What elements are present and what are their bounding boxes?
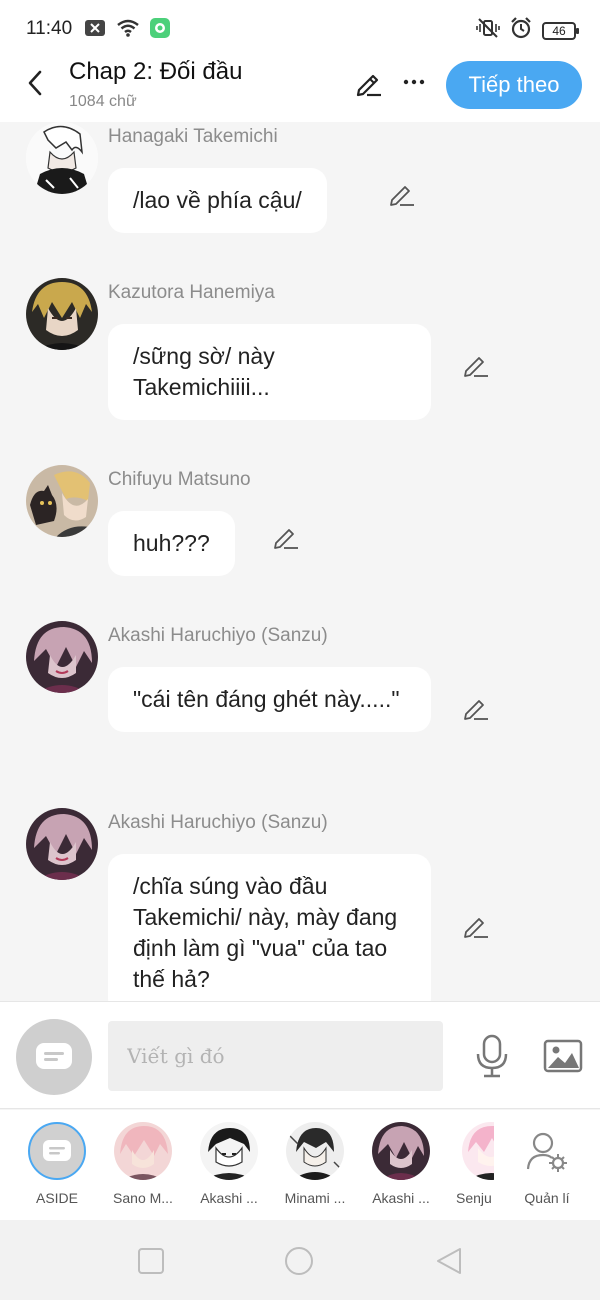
edit-message-button[interactable] [272, 523, 300, 551]
chifuyu-avatar[interactable] [26, 465, 98, 537]
pencil-icon [464, 918, 488, 938]
insert-image-button[interactable] [543, 1039, 583, 1073]
chat-bubble-icon [28, 1122, 86, 1180]
message-input[interactable] [108, 1021, 443, 1091]
recent-apps-button[interactable] [136, 1246, 166, 1276]
user-settings-icon [518, 1122, 576, 1180]
character-label: Minami ... [284, 1190, 346, 1206]
character-label: Akashi ... [372, 1190, 430, 1206]
wifi-icon [116, 19, 140, 42]
edit-message-button[interactable] [462, 912, 490, 940]
word-count: 1084 chữ [69, 93, 137, 110]
character-label: Akashi ... [200, 1190, 258, 1206]
message-composer [0, 1001, 600, 1109]
akashi-avatar [200, 1122, 258, 1180]
minami-avatar [286, 1122, 344, 1180]
sanzu-avatar[interactable] [26, 808, 98, 880]
sanzu-avatar [372, 1122, 430, 1180]
sender-name: Akashi Haruchiyo (Sanzu) [108, 625, 328, 646]
system-nav-bar [0, 1220, 600, 1300]
app-notification-icon [150, 18, 170, 43]
character-label: Quản lí [524, 1190, 570, 1206]
character-akashi-2[interactable]: Akashi ... [358, 1122, 444, 1206]
chevron-left-icon [28, 70, 42, 96]
pencil-icon [356, 74, 381, 97]
character-bar: ASIDE Sano M... Akashi ... Minami ... Ak… [0, 1110, 600, 1220]
kazutora-avatar[interactable] [26, 278, 98, 350]
battery-indicator: 46 [542, 21, 579, 40]
square-icon [138, 1248, 164, 1274]
more-options-button[interactable] [400, 68, 428, 96]
character-senju[interactable]: Senju [446, 1122, 494, 1206]
triangle-back-icon [437, 1248, 461, 1274]
character-label: Sano M... [113, 1190, 173, 1206]
sanzu-avatar[interactable] [26, 621, 98, 693]
manage-characters-button[interactable]: Quản lí [504, 1122, 590, 1206]
image-icon [543, 1039, 583, 1073]
sender-name: Chifuyu Matsuno [108, 469, 251, 490]
character-label: ASIDE [35, 1190, 78, 1206]
circle-icon [285, 1247, 313, 1275]
alarm-icon [510, 17, 532, 44]
voice-input-button[interactable] [474, 1034, 510, 1078]
next-chapter-button[interactable]: Tiếp theo [446, 61, 582, 109]
edit-message-button[interactable] [462, 694, 490, 722]
chat-bubble-icon [36, 1043, 72, 1069]
edit-message-button[interactable] [462, 351, 490, 379]
chapter-title: Chap 2: Đối đầu [69, 58, 243, 85]
status-right-icons: 46 [476, 17, 579, 44]
senju-avatar [462, 1122, 494, 1180]
character-sano[interactable]: Sano M... [100, 1122, 186, 1206]
system-back-button[interactable] [434, 1246, 464, 1276]
notification-close-icon [84, 19, 106, 42]
message-list[interactable]: Hanagaki Takemichi /lao về phía cậu/ Kaz… [0, 122, 600, 1002]
pencil-icon [274, 529, 298, 549]
character-akashi-1[interactable]: Akashi ... [186, 1122, 272, 1206]
status-bar: 11:40 46 [0, 0, 600, 58]
message-bubble[interactable]: /chĩa súng vào đầu Takemichi/ này, mày đ… [108, 854, 431, 1002]
message-bubble[interactable]: /lao về phía cậu/ [108, 168, 327, 233]
sano-avatar [114, 1122, 172, 1180]
edit-message-button[interactable] [388, 180, 416, 208]
sender-name: Kazutora Hanemiya [108, 282, 275, 303]
sender-name: Akashi Haruchiyo (Sanzu) [108, 812, 328, 833]
mute-vibrate-icon [476, 18, 500, 43]
status-time: 11:40 [26, 18, 73, 39]
pencil-icon [464, 357, 488, 377]
character-label: Senju [456, 1190, 492, 1206]
character-minami[interactable]: Minami ... [272, 1122, 358, 1206]
chapter-header: Chap 2: Đối đầu 1084 chữ Tiếp theo [0, 58, 600, 122]
home-button[interactable] [284, 1246, 314, 1276]
pencil-icon [390, 186, 414, 206]
status-left-icons [84, 18, 170, 43]
takemichi-avatar[interactable] [26, 122, 98, 194]
character-aside[interactable]: ASIDE [14, 1122, 100, 1206]
sender-name: Hanagaki Takemichi [108, 126, 278, 147]
message-bubble[interactable]: /sững sờ/ này Takemichiiii... [108, 324, 431, 420]
message-bubble[interactable]: huh??? [108, 511, 235, 576]
microphone-icon [476, 1034, 508, 1078]
aside-toggle-button[interactable] [16, 1019, 92, 1095]
back-button[interactable] [20, 68, 50, 98]
edit-chapter-button[interactable] [354, 68, 384, 98]
pencil-icon [464, 700, 488, 720]
more-dots-icon [403, 79, 425, 85]
message-bubble[interactable]: "cái tên đáng ghét này....." [108, 667, 431, 732]
